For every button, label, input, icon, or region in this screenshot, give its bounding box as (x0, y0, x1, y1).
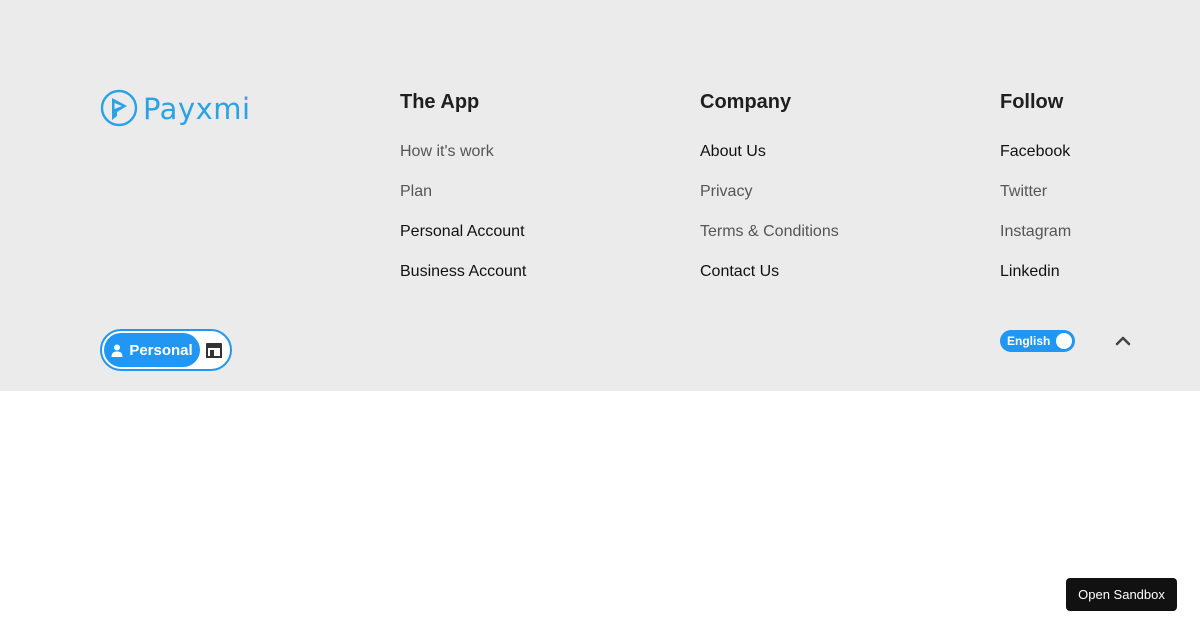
language-label: English (1007, 334, 1051, 348)
personal-option-label: Personal (129, 341, 193, 359)
list-item: Terms & Conditions (700, 223, 839, 263)
brand-name: Payxmi (143, 91, 251, 126)
footer-column-the-app: The App How it's work Plan Personal Acco… (400, 89, 526, 303)
list-item: Contact Us (700, 263, 839, 303)
list-item: Instagram (1000, 223, 1071, 263)
link-instagram[interactable]: Instagram (1000, 223, 1071, 240)
link-twitter[interactable]: Twitter (1000, 183, 1047, 200)
link-facebook[interactable]: Facebook (1000, 143, 1070, 160)
list-item: About Us (700, 143, 839, 183)
list-item: Linkedin (1000, 263, 1071, 303)
language-toggle[interactable]: English (1000, 330, 1075, 352)
link-privacy[interactable]: Privacy (700, 183, 752, 200)
account-type-toggle: Personal (100, 329, 232, 371)
link-how-its-work[interactable]: How it's work (400, 143, 494, 160)
site-footer: Payxmi The App How it's work Plan Person… (0, 0, 1200, 391)
column-title: Follow (1000, 91, 1064, 113)
brand-logo[interactable]: Payxmi (100, 89, 251, 127)
link-plan[interactable]: Plan (400, 183, 432, 200)
link-list: About Us Privacy Terms & Conditions Cont… (700, 143, 839, 303)
link-linkedin[interactable]: Linkedin (1000, 263, 1060, 280)
list-item: Facebook (1000, 143, 1071, 183)
list-item: How it's work (400, 143, 526, 183)
link-contact-us[interactable]: Contact Us (700, 263, 779, 280)
list-item: Privacy (700, 183, 839, 223)
toggle-knob (1056, 333, 1072, 349)
payxmi-logo-icon (100, 89, 138, 127)
list-item: Plan (400, 183, 526, 223)
user-icon (111, 344, 123, 357)
footer-column-company: Company About Us Privacy Terms & Conditi… (700, 89, 839, 303)
column-title: The App (400, 91, 480, 113)
chevron-up-icon[interactable] (1112, 332, 1134, 350)
column-title: Company (700, 91, 792, 113)
link-personal-account[interactable]: Personal Account (400, 223, 525, 240)
link-about-us[interactable]: About Us (700, 143, 766, 160)
list-item: Personal Account (400, 223, 526, 263)
link-business-account[interactable]: Business Account (400, 263, 526, 280)
list-item: Business Account (400, 263, 526, 303)
store-icon[interactable] (204, 341, 224, 359)
open-sandbox-button[interactable]: Open Sandbox (1066, 578, 1177, 611)
link-terms-conditions[interactable]: Terms & Conditions (700, 223, 839, 240)
list-item: Twitter (1000, 183, 1071, 223)
footer-column-follow: Follow Facebook Twitter Instagram Linked… (1000, 89, 1071, 303)
link-list: Facebook Twitter Instagram Linkedin (1000, 143, 1071, 303)
personal-account-option[interactable]: Personal (104, 333, 200, 367)
link-list: How it's work Plan Personal Account Busi… (400, 143, 526, 303)
